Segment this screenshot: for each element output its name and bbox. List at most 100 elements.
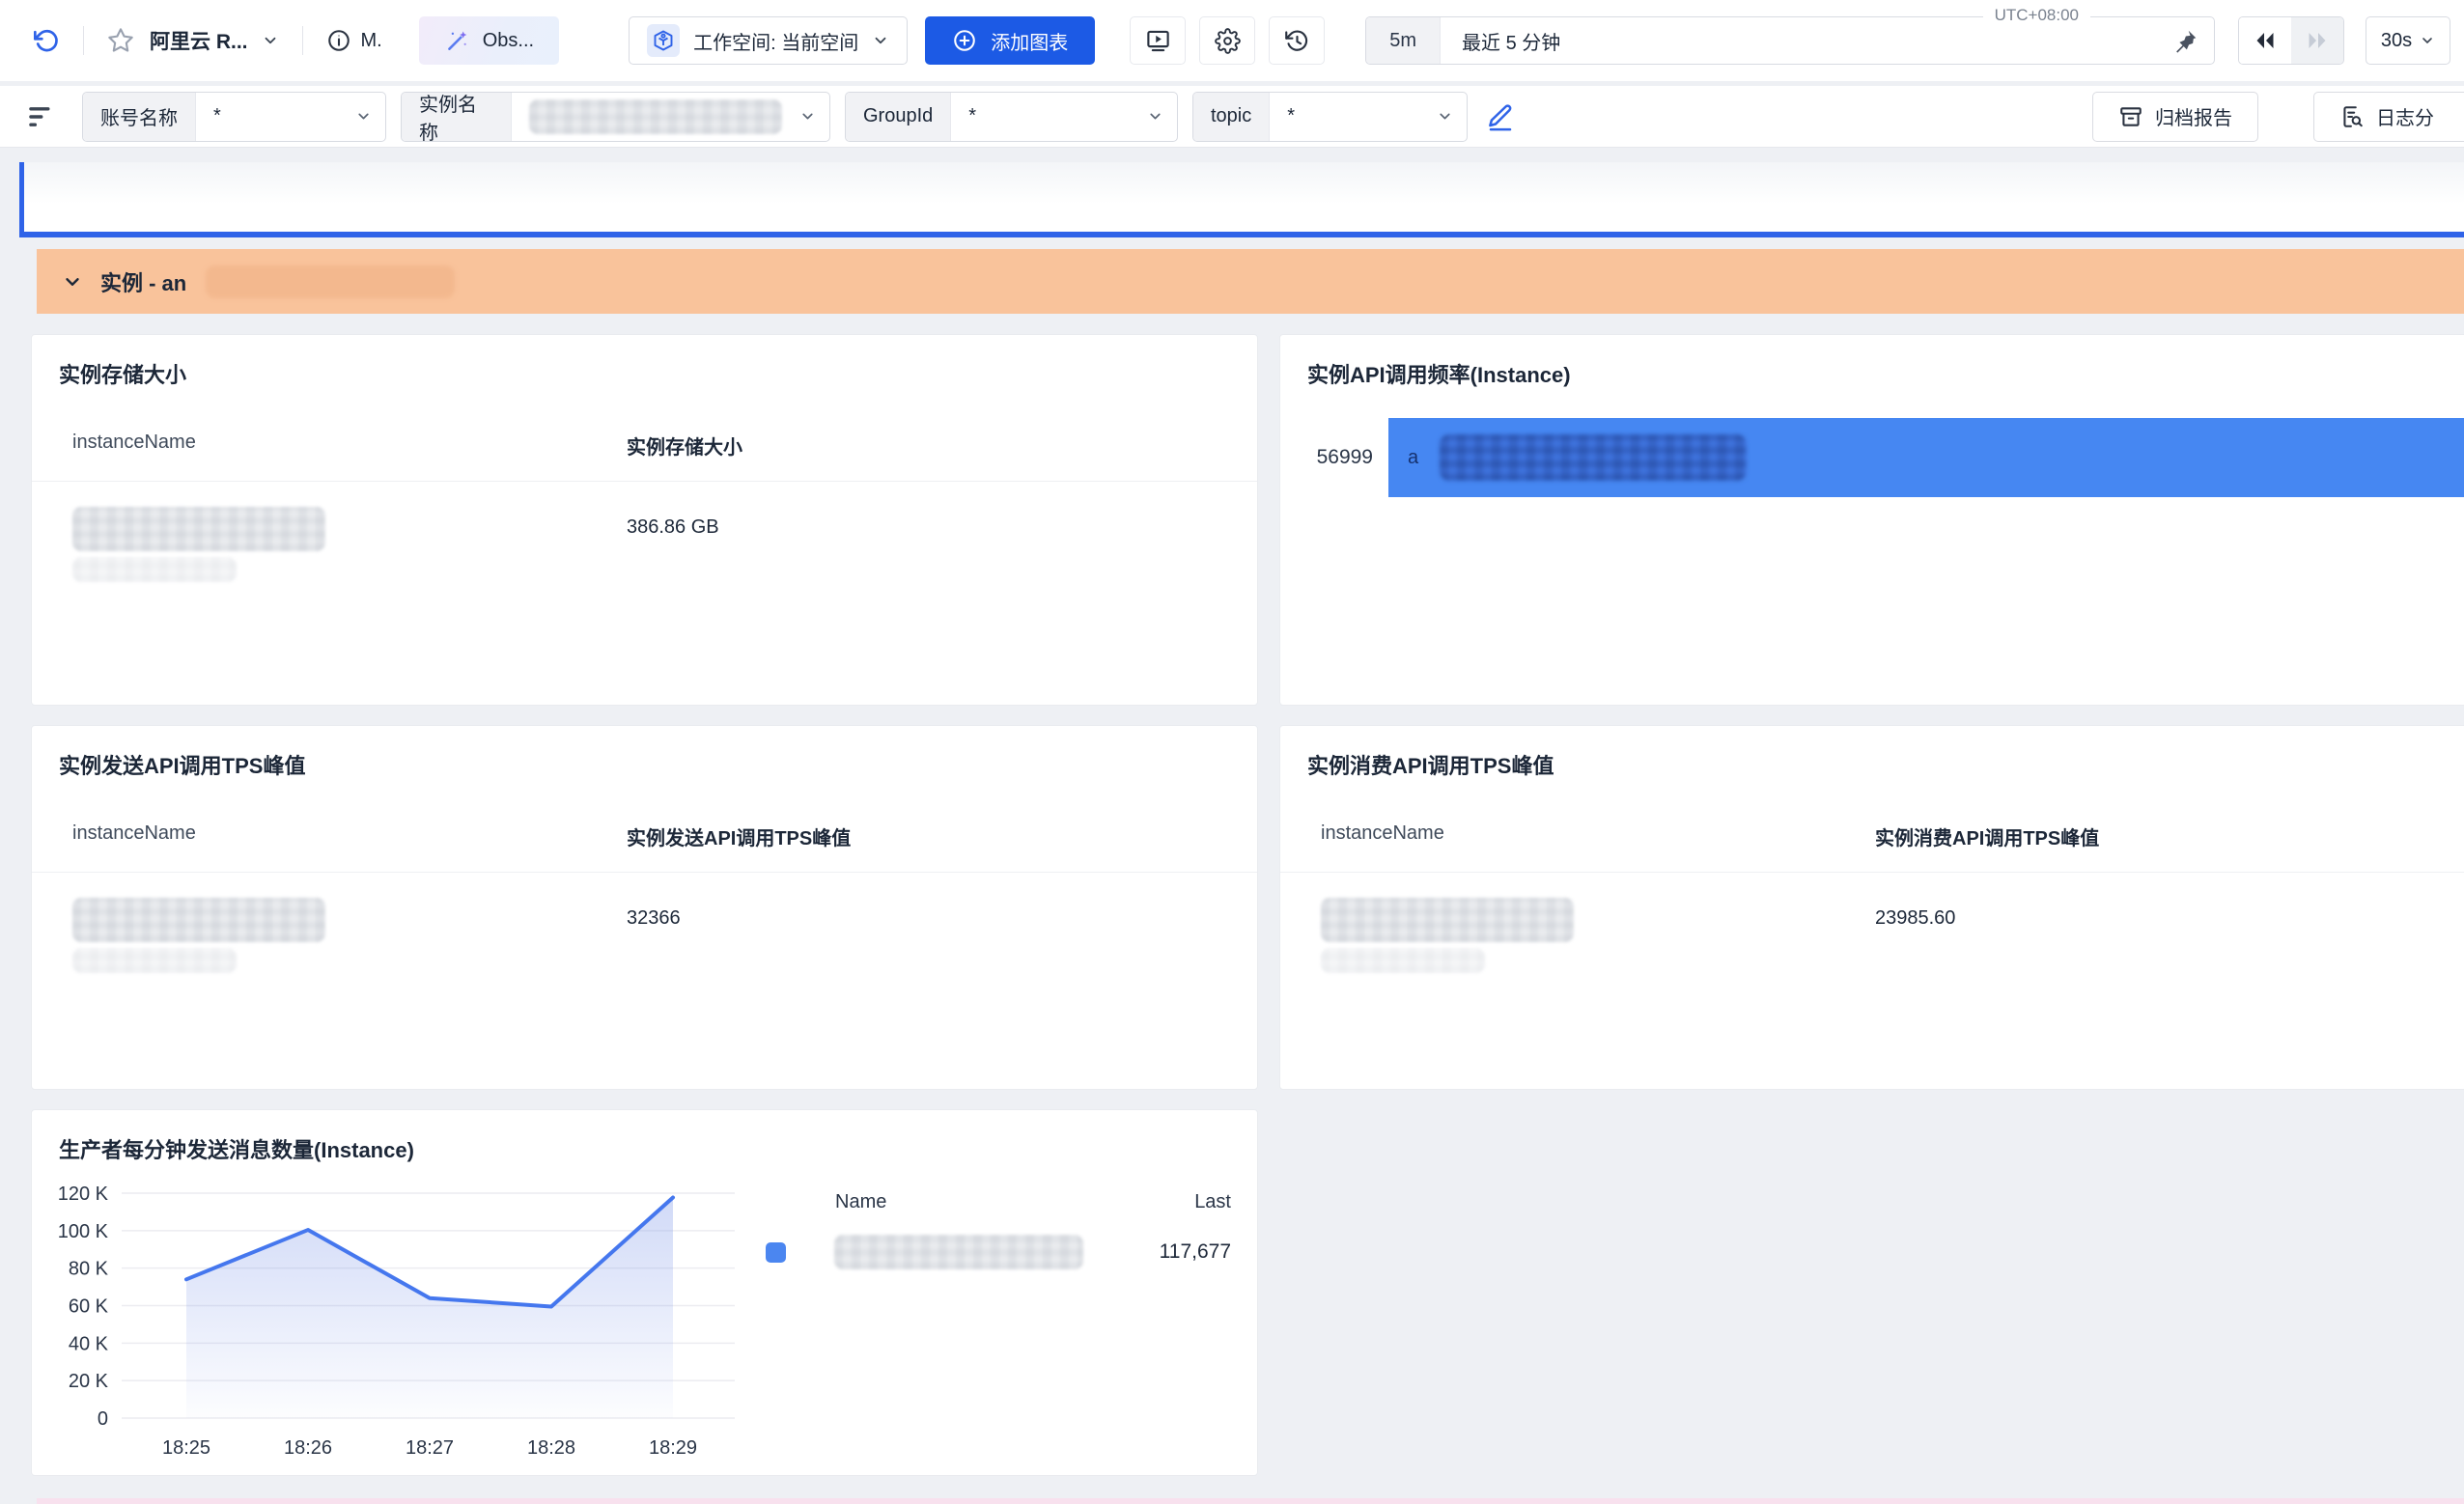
- svg-text:18:26: 18:26: [284, 1437, 332, 1459]
- chart-legend: Name Last 117,677: [766, 1191, 1231, 1269]
- archive-report-button[interactable]: 归档报告: [2092, 92, 2258, 142]
- filter-account-name[interactable]: 账号名称 *: [82, 92, 386, 142]
- section-banner-redacted-text: [206, 265, 455, 298]
- table-header: instanceName 实例消费API调用TPS峰值: [1280, 822, 2464, 873]
- doc-info-button[interactable]: M.: [326, 28, 382, 53]
- filter-label: 实例名称: [402, 93, 512, 141]
- archive-icon: [2118, 104, 2143, 129]
- time-range-picker[interactable]: UTC+08:00 5m 最近 5 分钟: [1365, 16, 2215, 65]
- obs-button[interactable]: Obs...: [419, 16, 559, 65]
- workspace-icon: [647, 24, 680, 57]
- card-title: 实例存储大小: [32, 335, 1257, 389]
- filter-value: *: [1270, 93, 1437, 141]
- legend-column-name: Name: [835, 1191, 886, 1213]
- card-title: 实例消费API调用TPS峰值: [1280, 726, 2464, 780]
- filter-value-blurred: [512, 93, 799, 141]
- legend-swatch: [766, 1242, 786, 1263]
- divider: [302, 26, 303, 55]
- filter-icon[interactable]: [25, 100, 58, 133]
- favorite-button[interactable]: [107, 27, 134, 54]
- filter-topic[interactable]: topic *: [1192, 92, 1468, 142]
- svg-text:80 K: 80 K: [69, 1259, 109, 1280]
- producer-line-chart[interactable]: 020 K40 K60 K80 K100 K120 K18:2518:2618:…: [32, 1174, 746, 1463]
- redacted-instance-name-line2: [72, 557, 237, 582]
- dashboard-screen: 阿里云 R... M. Obs...: [0, 0, 2464, 1504]
- chevron-down-icon: [1147, 108, 1163, 125]
- filter-group-id[interactable]: GroupId *: [845, 92, 1178, 142]
- card-consume-tps-peak: 实例消费API调用TPS峰值 instanceName 实例消费API调用TPS…: [1279, 725, 2464, 1090]
- monitor-play-icon: [1145, 28, 1171, 54]
- skip-forward-button[interactable]: [2291, 17, 2343, 64]
- section-banner-instance[interactable]: 实例 - an: [37, 249, 2464, 314]
- legend-row[interactable]: 117,677: [766, 1235, 1231, 1269]
- chevron-down-icon: [355, 108, 372, 125]
- filter-label: GroupId: [846, 93, 951, 141]
- selected-chart-bottom-edge: [19, 162, 2464, 237]
- add-chart-label: 添加图表: [991, 27, 1068, 55]
- filter-label: topic: [1193, 93, 1270, 141]
- pin-icon: [2173, 28, 2198, 53]
- pin-button[interactable]: [2173, 28, 2198, 53]
- card-instance-api-rate: 实例API调用频率(Instance) 56999 a: [1279, 334, 2464, 706]
- filter-instance-name[interactable]: 实例名称: [401, 92, 830, 142]
- skip-forward-icon: [2306, 31, 2329, 50]
- topbar-tool-buttons: [1130, 16, 1325, 65]
- dashboard-title-dropdown[interactable]: 阿里云 R...: [150, 26, 279, 55]
- undo-icon: [33, 27, 60, 54]
- svg-text:18:29: 18:29: [649, 1437, 697, 1459]
- log-analysis-button[interactable]: 日志分: [2313, 92, 2464, 142]
- obs-button-label: Obs...: [483, 30, 534, 52]
- doc-badge-label: M.: [361, 30, 382, 52]
- redacted-instance-name: [72, 898, 325, 942]
- filter-value: *: [951, 93, 1147, 141]
- card-instance-storage: 实例存储大小 instanceName 实例存储大小 386.86 GB: [31, 334, 1258, 706]
- svg-text:18:25: 18:25: [162, 1437, 210, 1459]
- card-producer-messages: 生产者每分钟发送消息数量(Instance) 020 K40 K60 K80 K…: [31, 1109, 1258, 1476]
- storage-size-value: 386.86 GB: [627, 507, 1257, 539]
- topbar: 阿里云 R... M. Obs...: [0, 0, 2464, 81]
- redacted-series-name: [834, 1235, 1083, 1269]
- card-send-tps-peak: 实例发送API调用TPS峰值 instanceName 实例发送API调用TPS…: [31, 725, 1258, 1090]
- section-banner-title: 实例 - an: [100, 266, 186, 297]
- time-range-label: 最近 5 分钟: [1441, 27, 1560, 55]
- skip-back-button[interactable]: [2239, 17, 2291, 64]
- chevron-down-icon: [872, 32, 889, 49]
- svg-text:18:27: 18:27: [406, 1437, 454, 1459]
- column-header-storage-size: 实例存储大小: [627, 432, 1257, 460]
- column-header-send-tps: 实例发送API调用TPS峰值: [627, 822, 1257, 850]
- next-section-banner-edge: [37, 1498, 2464, 1504]
- bar-instance-api-rate[interactable]: a: [1388, 418, 2464, 497]
- auto-refresh-selector[interactable]: 30s: [2366, 16, 2450, 65]
- card-title: 实例发送API调用TPS峰值: [32, 726, 1257, 780]
- redacted-bar-label: [1440, 434, 1747, 481]
- add-chart-button[interactable]: 添加图表: [925, 16, 1095, 65]
- workspace-label: 工作空间: 当前空间: [693, 27, 858, 55]
- bar-axis-label: 56999: [1280, 446, 1373, 469]
- send-tps-value: 32366: [627, 898, 1257, 930]
- document-search-icon: [2339, 104, 2365, 129]
- bar-chart-row: 56999 a: [1280, 418, 2464, 497]
- history-button[interactable]: [1269, 16, 1325, 65]
- edit-filters-button[interactable]: [1486, 102, 1515, 131]
- plus-circle-icon: [952, 28, 977, 53]
- table-header: instanceName 实例发送API调用TPS峰值: [32, 822, 1257, 873]
- chevron-down-icon: [262, 32, 279, 49]
- svg-text:100 K: 100 K: [58, 1221, 109, 1242]
- svg-text:120 K: 120 K: [58, 1184, 109, 1205]
- settings-button[interactable]: [1199, 16, 1255, 65]
- skip-back-icon: [2254, 31, 2277, 50]
- workspace-selector[interactable]: 工作空间: 当前空间: [629, 16, 908, 65]
- svg-text:40 K: 40 K: [69, 1333, 109, 1354]
- redacted-instance-name-line2: [1321, 948, 1485, 973]
- archive-report-label: 归档报告: [2155, 102, 2232, 130]
- undo-button[interactable]: [33, 27, 60, 54]
- card-title: 实例API调用频率(Instance): [1280, 335, 2464, 389]
- table-row: 23985.60: [1280, 898, 2464, 973]
- auto-refresh-label: 30s: [2381, 30, 2412, 52]
- table-row: 32366: [32, 898, 1257, 973]
- table-row: 386.86 GB: [32, 507, 1257, 582]
- time-shift-buttons: [2238, 16, 2344, 65]
- bar-label-prefix: a: [1408, 447, 1418, 469]
- dashboard-title: 阿里云 R...: [150, 26, 248, 55]
- presentation-mode-button[interactable]: [1130, 16, 1186, 65]
